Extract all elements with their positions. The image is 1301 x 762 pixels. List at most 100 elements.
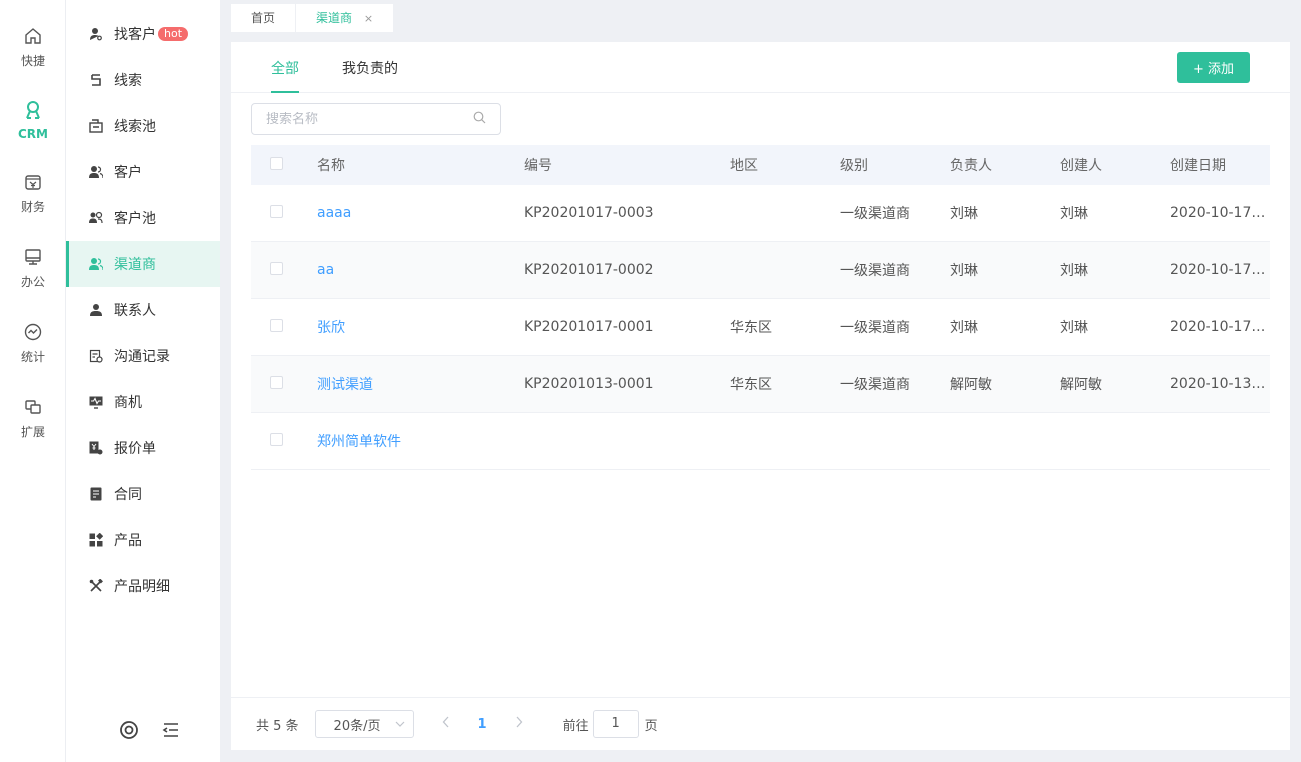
total-count: 共 5 条 [256, 718, 299, 734]
menu-item-opportunity[interactable]: 商机 [66, 379, 220, 425]
menu-item-label: 产品 [114, 533, 142, 549]
top-tab-home[interactable]: 首页 [231, 4, 296, 32]
rail-label: 扩展 [20, 425, 45, 439]
menu-item-customer-pool[interactable]: 客户池 [66, 195, 220, 241]
menu-item-label: 找客户 [114, 27, 156, 43]
select-all-checkbox[interactable] [270, 156, 283, 170]
close-tab-icon[interactable]: × [364, 12, 373, 25]
column-header[interactable]: 创建人 [1060, 155, 1170, 175]
level-cell: 一级渠道商 [840, 377, 910, 393]
channel-icon [88, 256, 104, 272]
collapse-menu-icon[interactable] [161, 720, 181, 744]
top-tab-label: 渠道商 [316, 11, 353, 25]
top-tab-label: 首页 [251, 11, 276, 25]
monitor-icon [25, 249, 41, 265]
sub-tabs: 全部 我负责的 + 添加 [231, 42, 1290, 93]
level-cell: 一级渠道商 [840, 263, 910, 279]
product-icon [88, 532, 104, 548]
created-date-cell: 2020-10-17… [1170, 319, 1266, 335]
channel-name-link[interactable]: aa [317, 262, 524, 278]
hot-badge: hot [158, 27, 189, 41]
menu-item-channel[interactable]: 渠道商 [66, 241, 220, 287]
prev-page-icon[interactable] [442, 716, 450, 732]
contract-icon [88, 486, 104, 502]
record-icon [88, 348, 104, 364]
page-number-current[interactable]: 1 [478, 717, 487, 732]
rail-label: 办公 [20, 275, 45, 289]
menu-item-find-customer[interactable]: 找客户 hot [66, 11, 220, 57]
row-checkbox[interactable] [270, 318, 283, 332]
menu-item-products[interactable]: 产品 [66, 517, 220, 563]
column-header[interactable]: 负责人 [950, 155, 1060, 175]
rail-item-crm[interactable]: CRM [0, 99, 66, 141]
rail-item-stats[interactable]: 统计 [0, 322, 66, 365]
code-cell: KP20201017-0003 [524, 205, 654, 221]
code-cell: KP20201017-0002 [524, 262, 654, 278]
menu-item-label: 客户池 [114, 211, 156, 227]
tab-all[interactable]: 全部 [271, 58, 299, 93]
page-size-select[interactable]: 20条/页 [314, 710, 414, 738]
search-input[interactable] [266, 111, 473, 127]
goto-page-input[interactable]: 1 [592, 710, 639, 738]
menu-item-lead-pool[interactable]: 线索池 [66, 103, 220, 149]
menu-item-contacts[interactable]: 联系人 [66, 287, 220, 333]
rail-label: 统计 [20, 350, 45, 364]
column-header[interactable]: 创建日期 [1170, 155, 1270, 175]
contact-icon [88, 302, 104, 318]
rail-label: CRM [18, 127, 48, 141]
column-header[interactable]: 地区 [730, 155, 840, 175]
row-checkbox[interactable] [270, 204, 283, 218]
menu-item-quotation[interactable]: 报价单 [66, 425, 220, 471]
channel-name-link[interactable]: 郑州简单软件 [317, 431, 524, 451]
extend-icon [25, 400, 41, 414]
top-tab-bar: 首页 渠道商 × [220, 0, 1301, 34]
table-row[interactable]: 张欣 KP20201017-0001 华东区 一级渠道商 刘琳 刘琳 2020-… [251, 299, 1270, 356]
lead-pool-icon [88, 118, 104, 134]
settings-icon[interactable] [119, 720, 139, 744]
search-icon[interactable] [473, 111, 486, 128]
tab-mine[interactable]: 我负责的 [342, 58, 398, 93]
column-header[interactable]: 编号 [524, 155, 730, 175]
rail-item-finance[interactable]: 财务 [0, 172, 66, 215]
customer-icon [88, 164, 104, 180]
created-date-cell: 2020-10-13… [1170, 376, 1266, 392]
channel-name-link[interactable]: aaaa [317, 205, 524, 221]
row-checkbox[interactable] [270, 261, 283, 275]
column-header[interactable]: 名称 [317, 155, 524, 175]
menu-item-contract[interactable]: 合同 [66, 471, 220, 517]
table-row[interactable]: 郑州简单软件 [251, 413, 1270, 470]
menu-item-product-detail[interactable]: 产品明细 [66, 563, 220, 609]
channel-name-link[interactable]: 张欣 [317, 317, 524, 337]
search-box [251, 103, 501, 135]
table-row[interactable]: 测试渠道 KP20201013-0001 华东区 一级渠道商 解阿敏 解阿敏 2… [251, 356, 1270, 413]
channel-name-link[interactable]: 测试渠道 [317, 374, 524, 394]
menu-item-label: 客户 [114, 165, 142, 181]
table-header: 名称 编号 地区 级别 负责人 创建人 创建日期 [251, 145, 1270, 185]
rail-label: 财务 [20, 200, 45, 214]
pagination: 共 5 条 20条/页 1 前往 1 页 [231, 697, 1290, 750]
row-checkbox[interactable] [270, 432, 283, 446]
table-row[interactable]: aaaa KP20201017-0003 一级渠道商 刘琳 刘琳 2020-10… [251, 185, 1270, 242]
select-all-cell [251, 156, 317, 174]
rail-item-quick[interactable]: 快捷 [0, 26, 66, 69]
level-cell: 一级渠道商 [840, 320, 910, 336]
add-button[interactable]: + 添加 [1177, 52, 1250, 83]
column-header[interactable]: 级别 [840, 155, 950, 175]
goto-suffix: 页 [644, 718, 658, 734]
next-page-icon[interactable] [515, 716, 523, 732]
rail-item-extend[interactable]: 扩展 [0, 397, 66, 440]
menu-item-label: 产品明细 [114, 579, 170, 595]
row-checkbox[interactable] [270, 375, 283, 389]
menu-item-leads[interactable]: 线索 [66, 57, 220, 103]
created-date-cell: 2020-10-17… [1170, 205, 1266, 221]
menu-item-label: 渠道商 [114, 257, 156, 273]
creator-cell: 刘琳 [1060, 320, 1088, 336]
rail-item-office[interactable]: 办公 [0, 247, 66, 290]
customer-pool-icon [88, 210, 104, 226]
top-tab-channel[interactable]: 渠道商 × [296, 4, 394, 32]
menu-item-label: 商机 [114, 395, 142, 411]
menu-item-customers[interactable]: 客户 [66, 149, 220, 195]
menu-item-communication[interactable]: 沟通记录 [66, 333, 220, 379]
owner-cell: 刘琳 [950, 263, 978, 279]
table-row[interactable]: aa KP20201017-0002 一级渠道商 刘琳 刘琳 2020-10-1… [251, 242, 1270, 299]
